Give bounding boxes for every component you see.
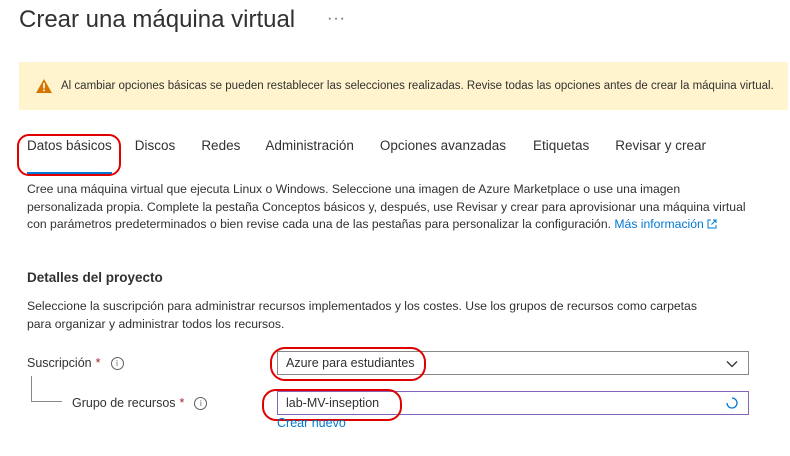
external-link-icon bbox=[707, 219, 717, 229]
intro-paragraph: Cree una máquina virtual que ejecuta Lin… bbox=[27, 181, 747, 234]
create-new-link[interactable]: Crear nuevo bbox=[277, 416, 346, 430]
info-icon[interactable]: i bbox=[194, 396, 208, 410]
resource-group-label: Grupo de recursos * i bbox=[72, 396, 208, 410]
tab-discos[interactable]: Discos bbox=[135, 138, 176, 168]
more-info-link[interactable]: Más información bbox=[614, 217, 703, 231]
resource-group-dropdown[interactable]: lab-MV-inseption bbox=[277, 391, 749, 415]
project-description: Seleccione la suscripción para administr… bbox=[27, 299, 697, 331]
tree-connector bbox=[31, 376, 62, 402]
subscription-dropdown[interactable]: Azure para estudiantes bbox=[277, 351, 749, 375]
required-mark: * bbox=[95, 356, 101, 370]
resource-group-value: lab-MV-inseption bbox=[286, 396, 380, 410]
chevron-down-icon bbox=[726, 361, 738, 368]
subscription-value: Azure para estudiantes bbox=[286, 356, 415, 370]
project-details-heading: Detalles del proyecto bbox=[27, 270, 163, 285]
warning-text: Al cambiar opciones básicas se pueden re… bbox=[61, 80, 774, 92]
warning-icon bbox=[36, 79, 52, 93]
required-mark: * bbox=[179, 396, 185, 410]
info-icon[interactable]: i bbox=[110, 356, 124, 370]
tab-administracion[interactable]: Administración bbox=[265, 138, 354, 168]
tab-etiquetas[interactable]: Etiquetas bbox=[533, 138, 589, 168]
tab-revisar-y-crear[interactable]: Revisar y crear bbox=[615, 138, 706, 168]
page-title: Crear una máquina virtual bbox=[19, 6, 296, 33]
tab-datos-basicos[interactable]: Datos básicos bbox=[27, 138, 112, 174]
loading-spinner-icon bbox=[726, 397, 738, 409]
tab-redes[interactable]: Redes bbox=[201, 138, 240, 168]
warning-banner: Al cambiar opciones básicas se pueden re… bbox=[19, 62, 788, 110]
tab-opciones-avanzadas[interactable]: Opciones avanzadas bbox=[380, 138, 506, 168]
subscription-label-text: Suscripción bbox=[27, 356, 92, 370]
tab-bar: Datos básicos Discos Redes Administració… bbox=[27, 138, 706, 174]
more-options-button[interactable]: ··· bbox=[327, 10, 346, 28]
resource-group-label-text: Grupo de recursos bbox=[72, 396, 176, 410]
subscription-label: Suscripción * i bbox=[27, 356, 124, 370]
